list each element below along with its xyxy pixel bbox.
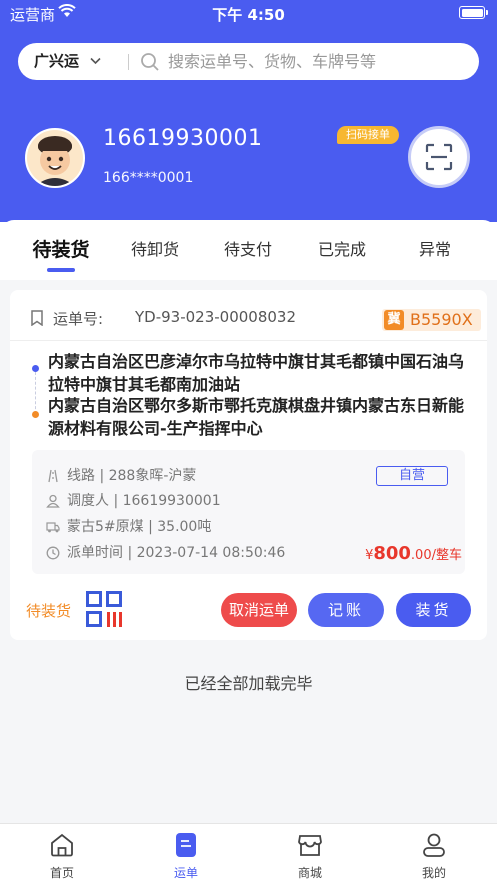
nav-profile-label: 我的 xyxy=(421,866,446,880)
order-card[interactable]: 运单号: YD-93-023-00008032 冀 B5590X 内蒙古自治区巴… xyxy=(10,290,487,640)
waybill-number: YD-93-023-00008032 xyxy=(135,308,297,326)
profile-icon xyxy=(423,833,445,857)
battery-icon xyxy=(459,6,488,19)
tab-bar: 待装货 待卸货 待支付 已完成 异常 xyxy=(0,222,497,280)
plate-number: B5590X xyxy=(410,310,473,329)
detail-route-text: 线路 | 288象晖-沪蒙 xyxy=(67,468,197,484)
clock-icon xyxy=(46,546,60,560)
scan-order-badge: 扫码接单 xyxy=(337,126,399,144)
detail-cargo-text: 蒙古5#原煤 | 35.00吨 xyxy=(67,519,212,535)
avatar-illustration-icon xyxy=(27,130,83,186)
load-button[interactable]: 装货 xyxy=(396,593,471,627)
detail-dispatch-time-text: 派单时间 | 2023-07-14 08:50:46 xyxy=(67,545,286,561)
city-select[interactable]: 广兴运 xyxy=(34,43,79,80)
route-icon xyxy=(48,469,58,483)
card-divider xyxy=(10,340,487,341)
status-time: 下午 4:50 xyxy=(212,6,285,24)
search-icon xyxy=(141,53,159,71)
destination-dot xyxy=(32,411,39,418)
route-connector xyxy=(35,372,36,414)
bottom-nav: 首页 运单 商城 我的 xyxy=(0,823,497,883)
plate-prefix: 冀 xyxy=(384,310,404,330)
header-background xyxy=(0,0,497,250)
nav-home-label: 首页 xyxy=(49,866,74,880)
plate-badge: 冀 B5590X xyxy=(382,309,481,331)
scan-icon xyxy=(425,143,453,171)
qr-code-icon[interactable] xyxy=(86,591,122,627)
scan-button[interactable] xyxy=(408,126,470,188)
route-origin: 内蒙古自治区巴彦淖尔市乌拉特中旗甘其毛都镇中国石油乌拉特中旗甘其毛都南加油站 xyxy=(48,352,465,394)
tab-pending-payment[interactable]: 待支付 xyxy=(208,222,288,278)
tab-active-indicator xyxy=(47,268,75,272)
avatar[interactable] xyxy=(25,128,85,188)
bookkeeping-button[interactable]: 记账 xyxy=(308,593,384,627)
self-operated-tag: 自营 xyxy=(376,466,448,486)
route-destination: 内蒙古自治区鄂尔多斯市鄂托克旗棋盘井镇内蒙古东日新能源材料有限公司-生产指挥中心 xyxy=(48,396,465,438)
nav-store-label: 商城 xyxy=(297,866,322,880)
nav-waybill[interactable]: 运单 xyxy=(146,824,226,883)
search-divider xyxy=(128,54,129,70)
store-icon xyxy=(298,835,322,856)
price-amount: 800 xyxy=(373,543,411,564)
nav-waybill-label: 运单 xyxy=(173,866,198,880)
nav-home[interactable]: 首页 xyxy=(22,824,102,883)
tab-completed[interactable]: 已完成 xyxy=(302,222,382,278)
price-unit: /整车 xyxy=(431,548,462,563)
waybill-label: 运单号: xyxy=(53,310,104,328)
chevron-down-icon[interactable] xyxy=(90,57,101,65)
nav-profile[interactable]: 我的 xyxy=(394,824,474,883)
cancel-waybill-button[interactable]: 取消运单 xyxy=(221,593,297,627)
detail-dispatcher-text: 调度人 | 16619930001 xyxy=(67,493,221,509)
tab-exception[interactable]: 异常 xyxy=(395,222,475,278)
truck-icon xyxy=(46,522,60,533)
order-status: 待装货 xyxy=(26,602,72,620)
origin-dot xyxy=(32,365,39,372)
home-icon xyxy=(51,833,73,857)
profile-masked-phone: 166****0001 xyxy=(103,170,194,186)
person-icon xyxy=(46,494,60,508)
search-input[interactable] xyxy=(168,43,468,80)
list-end-message: 已经全部加载完毕 xyxy=(184,674,313,693)
order-details: 线路 | 288象晖-沪蒙 自营 调度人 | 16619930001 蒙古5#原… xyxy=(32,450,465,574)
nav-store[interactable]: 商城 xyxy=(270,824,350,883)
status-bar: 运营商 下午 4:50 xyxy=(0,0,497,28)
price-decimal: .00 xyxy=(410,548,432,563)
bookmark-icon xyxy=(31,310,43,326)
tab-pending-unload[interactable]: 待卸货 xyxy=(115,222,195,278)
price: ¥800.00/整车 xyxy=(338,543,462,564)
profile-phone: 16619930001 xyxy=(103,126,263,151)
search-bar: 广兴运 xyxy=(18,43,479,80)
waybill-icon xyxy=(176,833,196,857)
